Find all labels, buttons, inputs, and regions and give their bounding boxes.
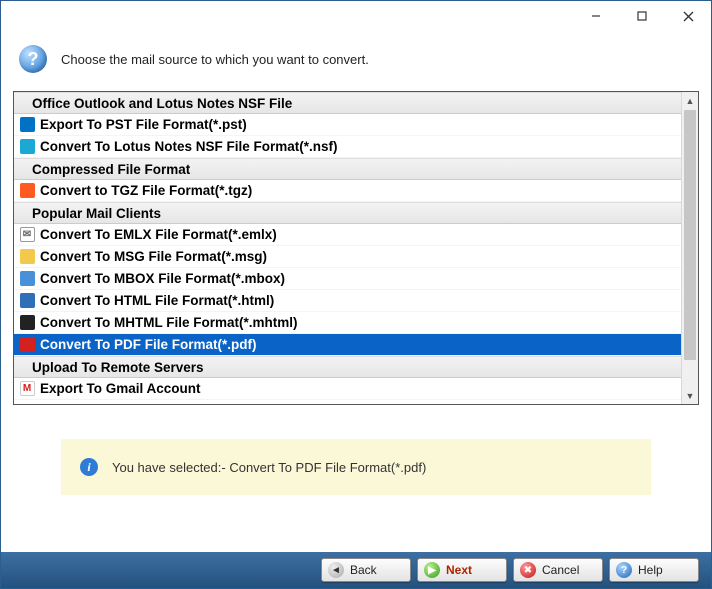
group-header: Compressed File Format [14,158,681,180]
info-text: You have selected:- Convert To PDF File … [112,460,426,475]
help-question-icon: ? [616,562,632,578]
format-option[interactable]: Export To PST File Format(*.pst) [14,114,681,136]
group-label: Office Outlook and Lotus Notes NSF File [18,96,292,111]
group-label: Upload To Remote Servers [18,360,204,375]
msg-icon [18,249,36,265]
scroll-up-button[interactable]: ▲ [682,92,698,109]
format-label: Convert To MHTML File Format(*.mhtml) [40,315,298,330]
format-option[interactable]: Convert To PDF File Format(*.pdf) [14,334,681,356]
header: ? Choose the mail source to which you wa… [1,31,711,91]
format-option[interactable]: Export To Gmail Account [14,378,681,400]
group-label: Popular Mail Clients [18,206,161,221]
format-option[interactable]: Convert To MBOX File Format(*.mbox) [14,268,681,290]
close-button[interactable] [665,1,711,31]
wizard-window: ? Choose the mail source to which you wa… [0,0,712,589]
back-arrow-icon: ◄ [328,562,344,578]
next-button[interactable]: ▶ Next [417,558,507,582]
cancel-icon: ✖ [520,562,536,578]
format-option[interactable]: Convert To HTML File Format(*.html) [14,290,681,312]
cancel-button[interactable]: ✖ Cancel [513,558,603,582]
help-icon: ? [19,45,47,73]
scroll-thumb[interactable] [684,110,696,360]
format-label: Export To Gmail Account [40,381,201,396]
cancel-label: Cancel [542,563,579,577]
format-list[interactable]: Office Outlook and Lotus Notes NSF File E… [14,92,681,404]
html-icon [18,293,36,309]
format-label: Convert To MSG File Format(*.msg) [40,249,267,264]
mhtml-icon [18,315,36,331]
back-button[interactable]: ◄ Back [321,558,411,582]
minimize-button[interactable] [573,1,619,31]
format-option[interactable]: Convert To Lotus Notes NSF File Format(*… [14,136,681,158]
emlx-icon [18,227,36,243]
format-list-container: Office Outlook and Lotus Notes NSF File E… [13,91,699,405]
titlebar [1,1,711,31]
info-banner: i You have selected:- Convert To PDF Fil… [61,439,651,495]
group-header: Popular Mail Clients [14,202,681,224]
format-label: Export To PST File Format(*.pst) [40,117,247,132]
next-arrow-icon: ▶ [424,562,440,578]
group-header: Office Outlook and Lotus Notes NSF File [14,92,681,114]
format-label: Convert to TGZ File Format(*.tgz) [40,183,252,198]
footer: ◄ Back ▶ Next ✖ Cancel ? Help [1,552,711,588]
pdf-icon [18,337,36,353]
scrollbar[interactable]: ▲ ▼ [681,92,698,404]
tgz-icon [18,183,36,199]
format-option[interactable]: Convert to TGZ File Format(*.tgz) [14,180,681,202]
mbox-icon [18,271,36,287]
scroll-down-button[interactable]: ▼ [682,387,698,404]
group-header: Upload To Remote Servers [14,356,681,378]
nsf-icon [18,139,36,155]
format-option[interactable]: Convert To MHTML File Format(*.mhtml) [14,312,681,334]
next-label: Next [446,563,472,577]
format-label: Convert To Lotus Notes NSF File Format(*… [40,139,338,154]
back-label: Back [350,563,377,577]
format-label: Convert To PDF File Format(*.pdf) [40,337,257,352]
format-option[interactable]: Convert To EMLX File Format(*.emlx) [14,224,681,246]
header-prompt: Choose the mail source to which you want… [61,52,369,67]
outlook-icon [18,117,36,133]
format-label: Convert To MBOX File Format(*.mbox) [40,271,285,286]
info-icon: i [80,458,98,476]
help-button[interactable]: ? Help [609,558,699,582]
format-label: Convert To HTML File Format(*.html) [40,293,274,308]
gmail-icon [18,381,36,397]
help-label: Help [638,563,663,577]
format-label: Convert To EMLX File Format(*.emlx) [40,227,277,242]
format-option[interactable]: Convert To MSG File Format(*.msg) [14,246,681,268]
maximize-button[interactable] [619,1,665,31]
group-label: Compressed File Format [18,162,190,177]
